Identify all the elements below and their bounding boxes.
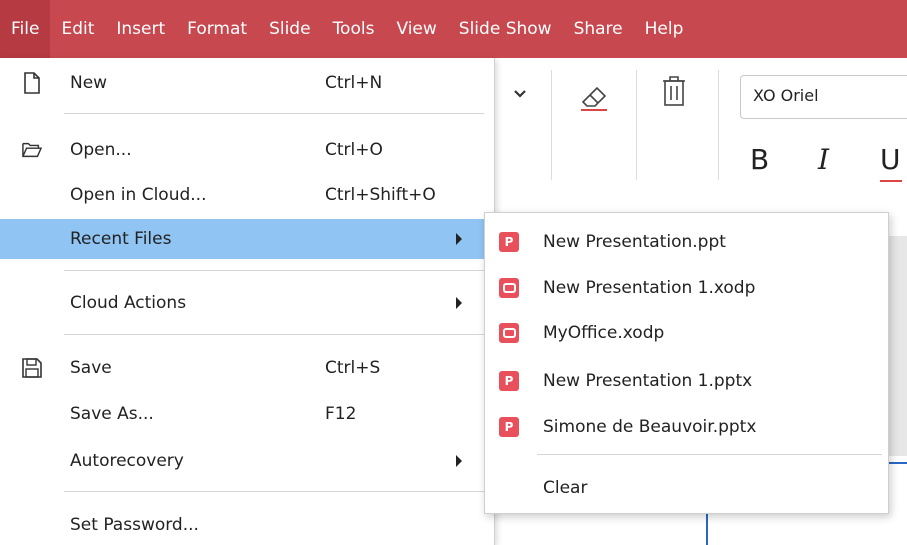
slide-border xyxy=(706,512,708,545)
menu-help[interactable]: Help xyxy=(634,0,695,58)
menu-tools[interactable]: Tools xyxy=(322,0,386,58)
toolbar-divider xyxy=(551,70,552,180)
recent-file-item[interactable]: New Presentation 1.xodp xyxy=(485,268,888,308)
menu-item-set-password[interactable]: Set Password... xyxy=(0,505,494,545)
bold-button[interactable]: B xyxy=(750,143,769,176)
menu-item-cloud-actions[interactable]: Cloud Actions xyxy=(0,283,494,323)
submenu-arrow-icon xyxy=(456,297,462,309)
menu-insert[interactable]: Insert xyxy=(105,0,176,58)
eraser-icon[interactable] xyxy=(577,80,611,118)
menu-item-open-in-cloud[interactable]: Open in Cloud... Ctrl+Shift+O xyxy=(0,175,494,215)
recent-file-item[interactable]: P New Presentation 1.pptx xyxy=(485,361,888,401)
menu-item-label: Recent Files xyxy=(70,229,172,249)
underline-button[interactable]: U xyxy=(880,143,901,176)
recent-file-name: New Presentation 1.pptx xyxy=(543,371,753,391)
menu-item-save-as[interactable]: Save As... F12 xyxy=(0,394,494,434)
toolbar-divider xyxy=(718,70,719,180)
font-name-input[interactable]: XO Oriel xyxy=(740,75,907,119)
menu-separator xyxy=(64,334,484,335)
menu-slide-show[interactable]: Slide Show xyxy=(448,0,563,58)
clear-recent-button[interactable]: Clear xyxy=(485,468,888,508)
italic-button[interactable]: I xyxy=(818,143,829,176)
toolbar-divider xyxy=(636,70,637,180)
menu-edit[interactable]: Edit xyxy=(50,0,105,58)
presentation-file-icon: P xyxy=(499,232,519,252)
menu-item-new[interactable]: New Ctrl+N xyxy=(0,63,494,103)
menu-item-label: Open... xyxy=(70,140,132,160)
menu-slide[interactable]: Slide xyxy=(258,0,322,58)
menu-item-label: Save As... xyxy=(70,404,154,424)
trash-icon[interactable] xyxy=(661,73,687,113)
file-menu: New Ctrl+N Open... Ctrl+O Open in Cloud.… xyxy=(0,58,495,545)
recent-file-item[interactable]: MyOffice.xodp xyxy=(485,313,888,353)
menu-item-label: Autorecovery xyxy=(70,451,184,471)
menu-item-label: Set Password... xyxy=(70,515,199,535)
menu-item-shortcut: Ctrl+Shift+O xyxy=(325,185,436,205)
menu-separator xyxy=(64,113,484,114)
menu-item-recent-files[interactable]: Recent Files xyxy=(0,219,494,259)
presentation-file-icon: P xyxy=(499,371,519,391)
menu-item-save[interactable]: Save Ctrl+S xyxy=(0,348,494,388)
presentation-file-icon: P xyxy=(499,417,519,437)
clear-label: Clear xyxy=(543,478,588,498)
chevron-down-icon[interactable] xyxy=(513,84,527,103)
menu-format[interactable]: Format xyxy=(176,0,258,58)
menu-item-shortcut: F12 xyxy=(325,404,357,424)
recent-file-name: New Presentation 1.xodp xyxy=(543,278,756,298)
new-file-icon xyxy=(22,72,42,94)
xodp-file-icon xyxy=(499,278,519,298)
menu-item-shortcut: Ctrl+S xyxy=(325,358,381,378)
menu-file[interactable]: File xyxy=(0,0,51,58)
folder-open-icon xyxy=(22,139,42,161)
recent-file-item[interactable]: P Simone de Beauvoir.pptx xyxy=(485,407,888,447)
menu-item-autorecovery[interactable]: Autorecovery xyxy=(0,441,494,481)
recent-files-submenu: P New Presentation.ppt New Presentation … xyxy=(484,212,889,514)
recent-file-name: New Presentation.ppt xyxy=(543,232,726,252)
menu-separator xyxy=(64,491,484,492)
menu-item-label: New xyxy=(70,73,108,93)
menu-share[interactable]: Share xyxy=(563,0,634,58)
menu-item-label: Save xyxy=(70,358,112,378)
menu-bar: File Edit Insert Format Slide Tools View… xyxy=(0,0,907,58)
xodp-file-icon xyxy=(499,323,519,343)
underline-color-bar xyxy=(880,180,902,182)
menu-separator xyxy=(537,454,882,455)
menu-item-shortcut: Ctrl+N xyxy=(325,73,383,93)
menu-item-label: Cloud Actions xyxy=(70,293,187,313)
menu-item-label: Open in Cloud... xyxy=(70,185,207,205)
menu-item-shortcut: Ctrl+O xyxy=(325,140,383,160)
recent-file-item[interactable]: P New Presentation.ppt xyxy=(485,222,888,262)
submenu-arrow-icon xyxy=(456,233,462,245)
recent-file-name: MyOffice.xodp xyxy=(543,323,665,343)
menu-item-open[interactable]: Open... Ctrl+O xyxy=(0,130,494,170)
submenu-arrow-icon xyxy=(456,455,462,467)
menu-separator xyxy=(64,270,484,271)
menu-view[interactable]: View xyxy=(385,0,447,58)
save-icon xyxy=(22,357,42,379)
recent-file-name: Simone de Beauvoir.pptx xyxy=(543,417,757,437)
